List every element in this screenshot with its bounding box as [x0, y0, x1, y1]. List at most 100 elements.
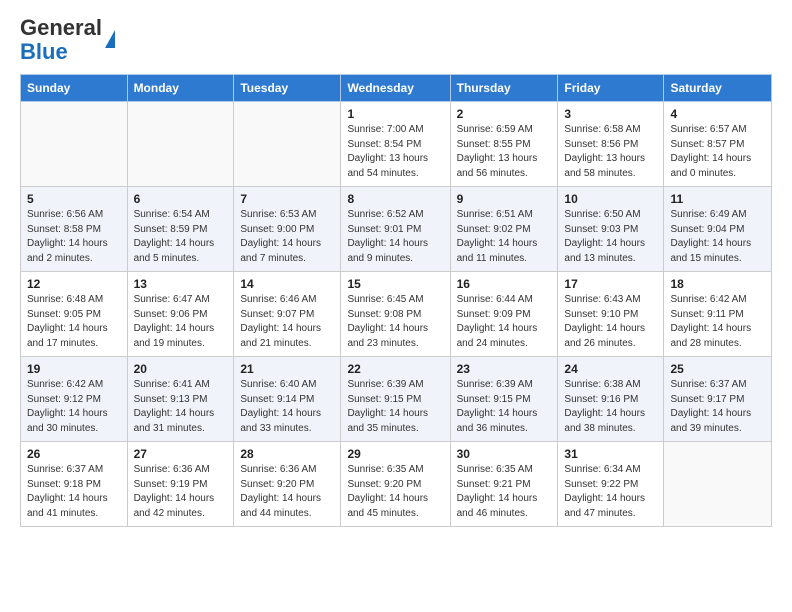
day-number: 2 [457, 107, 552, 121]
calendar-cell: 27Sunrise: 6:36 AM Sunset: 9:19 PM Dayli… [127, 442, 234, 527]
day-info: Sunrise: 6:37 AM Sunset: 9:18 PM Dayligh… [27, 463, 121, 521]
header-monday: Monday [127, 75, 234, 102]
day-number: 21 [240, 362, 334, 376]
week-row-1: 5 Sunrise: 6:56 AM Sunset: 8:58 PM Daylig… [21, 187, 772, 272]
day-info: Sunrise: 6:39 AM Sunset: 9:15 PM Dayligh… [347, 378, 443, 436]
week-row-3: 19 Sunrise: 6:42 AM Sunset: 9:12 PM Dayli… [21, 357, 772, 442]
day-number: 23 [457, 362, 552, 376]
calendar-cell: 30Sunrise: 6:35 AM Sunset: 9:21 PM Dayli… [450, 442, 558, 527]
calendar-cell: 18 Sunrise: 6:42 AM Sunset: 9:11 PM Dayli… [664, 272, 772, 357]
day-number: 22 [347, 362, 443, 376]
calendar-cell: 14 Sunrise: 6:46 AM Sunset: 9:07 PM Dayli… [234, 272, 341, 357]
calendar-cell [127, 102, 234, 187]
day-number: 26 [27, 447, 121, 461]
calendar-cell: 6Sunrise: 6:54 AM Sunset: 8:59 PM Daylig… [127, 187, 234, 272]
day-info: Sunrise: 6:57 AM Sunset: 8:57 PM Dayligh… [670, 123, 765, 181]
calendar-cell: 21 Sunrise: 6:40 AM Sunset: 9:14 PM Dayli… [234, 357, 341, 442]
day-number: 5 [27, 192, 121, 206]
day-number: 15 [347, 277, 443, 291]
calendar-cell: 5 Sunrise: 6:56 AM Sunset: 8:58 PM Daylig… [21, 187, 128, 272]
day-info: Sunrise: 6:52 AM Sunset: 9:01 PM Dayligh… [347, 208, 443, 266]
header-saturday: Saturday [664, 75, 772, 102]
header-sunday: Sunday [21, 75, 128, 102]
week-row-4: 26 Sunrise: 6:37 AM Sunset: 9:18 PM Dayli… [21, 442, 772, 527]
day-number: 3 [564, 107, 657, 121]
day-info: Sunrise: 6:49 AM Sunset: 9:04 PM Dayligh… [670, 208, 765, 266]
day-info: Sunrise: 6:34 AM Sunset: 9:22 PM Dayligh… [564, 463, 657, 521]
logo-blue-text: Blue [20, 39, 68, 64]
day-info: Sunrise: 6:35 AM Sunset: 9:20 PM Dayligh… [347, 463, 443, 521]
day-number: 24 [564, 362, 657, 376]
calendar-cell: 29 Sunrise: 6:35 AM Sunset: 9:20 PM Dayli… [341, 442, 450, 527]
header-row: SundayMondayTuesdayWednesdayThursdayFrid… [21, 75, 772, 102]
day-info: Sunrise: 6:58 AM Sunset: 8:56 PM Dayligh… [564, 123, 657, 181]
day-info: Sunrise: 6:42 AM Sunset: 9:12 PM Dayligh… [27, 378, 121, 436]
day-number: 18 [670, 277, 765, 291]
day-info: Sunrise: 6:44 AM Sunset: 9:09 PM Dayligh… [457, 293, 552, 351]
header: General Blue [20, 16, 772, 64]
day-info: Sunrise: 7:00 AM Sunset: 8:54 PM Dayligh… [347, 123, 443, 181]
day-info: Sunrise: 6:39 AM Sunset: 9:15 PM Dayligh… [457, 378, 552, 436]
calendar-cell: 1 Sunrise: 7:00 AM Sunset: 8:54 PM Daylig… [341, 102, 450, 187]
calendar-cell: 17 Sunrise: 6:43 AM Sunset: 9:10 PM Dayli… [558, 272, 664, 357]
week-row-0: 1 Sunrise: 7:00 AM Sunset: 8:54 PM Daylig… [21, 102, 772, 187]
page: General Blue SundayMondayTuesdayWednesda… [0, 0, 792, 612]
logo-general-text: General [20, 15, 102, 40]
calendar-cell: 11 Sunrise: 6:49 AM Sunset: 9:04 PM Dayli… [664, 187, 772, 272]
day-number: 8 [347, 192, 443, 206]
day-number: 16 [457, 277, 552, 291]
day-info: Sunrise: 6:37 AM Sunset: 9:17 PM Dayligh… [670, 378, 765, 436]
day-number: 17 [564, 277, 657, 291]
day-number: 9 [457, 192, 552, 206]
calendar-cell: 10Sunrise: 6:50 AM Sunset: 9:03 PM Dayli… [558, 187, 664, 272]
day-info: Sunrise: 6:40 AM Sunset: 9:14 PM Dayligh… [240, 378, 334, 436]
day-info: Sunrise: 6:53 AM Sunset: 9:00 PM Dayligh… [240, 208, 334, 266]
calendar-cell: 8 Sunrise: 6:52 AM Sunset: 9:01 PM Daylig… [341, 187, 450, 272]
day-info: Sunrise: 6:51 AM Sunset: 9:02 PM Dayligh… [457, 208, 552, 266]
calendar-cell: 13 Sunrise: 6:47 AM Sunset: 9:06 PM Dayli… [127, 272, 234, 357]
day-info: Sunrise: 6:56 AM Sunset: 8:58 PM Dayligh… [27, 208, 121, 266]
day-info: Sunrise: 6:42 AM Sunset: 9:11 PM Dayligh… [670, 293, 765, 351]
day-number: 13 [134, 277, 228, 291]
calendar-cell [234, 102, 341, 187]
day-number: 1 [347, 107, 443, 121]
day-number: 4 [670, 107, 765, 121]
day-number: 25 [670, 362, 765, 376]
day-number: 11 [670, 192, 765, 206]
calendar-cell: 22 Sunrise: 6:39 AM Sunset: 9:15 PM Dayli… [341, 357, 450, 442]
calendar-cell [664, 442, 772, 527]
day-info: Sunrise: 6:47 AM Sunset: 9:06 PM Dayligh… [134, 293, 228, 351]
day-info: Sunrise: 6:45 AM Sunset: 9:08 PM Dayligh… [347, 293, 443, 351]
calendar-cell: 4 Sunrise: 6:57 AM Sunset: 8:57 PM Daylig… [664, 102, 772, 187]
calendar-cell: 7Sunrise: 6:53 AM Sunset: 9:00 PM Daylig… [234, 187, 341, 272]
day-number: 19 [27, 362, 121, 376]
day-info: Sunrise: 6:43 AM Sunset: 9:10 PM Dayligh… [564, 293, 657, 351]
day-info: Sunrise: 6:35 AM Sunset: 9:21 PM Dayligh… [457, 463, 552, 521]
calendar-cell: 9 Sunrise: 6:51 AM Sunset: 9:02 PM Daylig… [450, 187, 558, 272]
header-tuesday: Tuesday [234, 75, 341, 102]
day-number: 12 [27, 277, 121, 291]
logo: General Blue [20, 16, 115, 64]
calendar-cell: 19 Sunrise: 6:42 AM Sunset: 9:12 PM Dayli… [21, 357, 128, 442]
calendar-cell: 24Sunrise: 6:38 AM Sunset: 9:16 PM Dayli… [558, 357, 664, 442]
day-number: 6 [134, 192, 228, 206]
day-info: Sunrise: 6:48 AM Sunset: 9:05 PM Dayligh… [27, 293, 121, 351]
day-info: Sunrise: 6:50 AM Sunset: 9:03 PM Dayligh… [564, 208, 657, 266]
day-info: Sunrise: 6:36 AM Sunset: 9:20 PM Dayligh… [240, 463, 334, 521]
calendar-cell: 23 Sunrise: 6:39 AM Sunset: 9:15 PM Dayli… [450, 357, 558, 442]
header-thursday: Thursday [450, 75, 558, 102]
logo-triangle-icon [105, 30, 115, 48]
calendar-cell: 15 Sunrise: 6:45 AM Sunset: 9:08 PM Dayli… [341, 272, 450, 357]
calendar-cell: 12 Sunrise: 6:48 AM Sunset: 9:05 PM Dayli… [21, 272, 128, 357]
header-wednesday: Wednesday [341, 75, 450, 102]
day-info: Sunrise: 6:46 AM Sunset: 9:07 PM Dayligh… [240, 293, 334, 351]
calendar-cell: 16 Sunrise: 6:44 AM Sunset: 9:09 PM Dayli… [450, 272, 558, 357]
calendar-cell: 25 Sunrise: 6:37 AM Sunset: 9:17 PM Dayli… [664, 357, 772, 442]
logo-text: General Blue [20, 16, 102, 64]
calendar-table: SundayMondayTuesdayWednesdayThursdayFrid… [20, 74, 772, 527]
day-number: 29 [347, 447, 443, 461]
day-number: 27 [134, 447, 228, 461]
day-number: 14 [240, 277, 334, 291]
day-number: 20 [134, 362, 228, 376]
calendar-cell [21, 102, 128, 187]
